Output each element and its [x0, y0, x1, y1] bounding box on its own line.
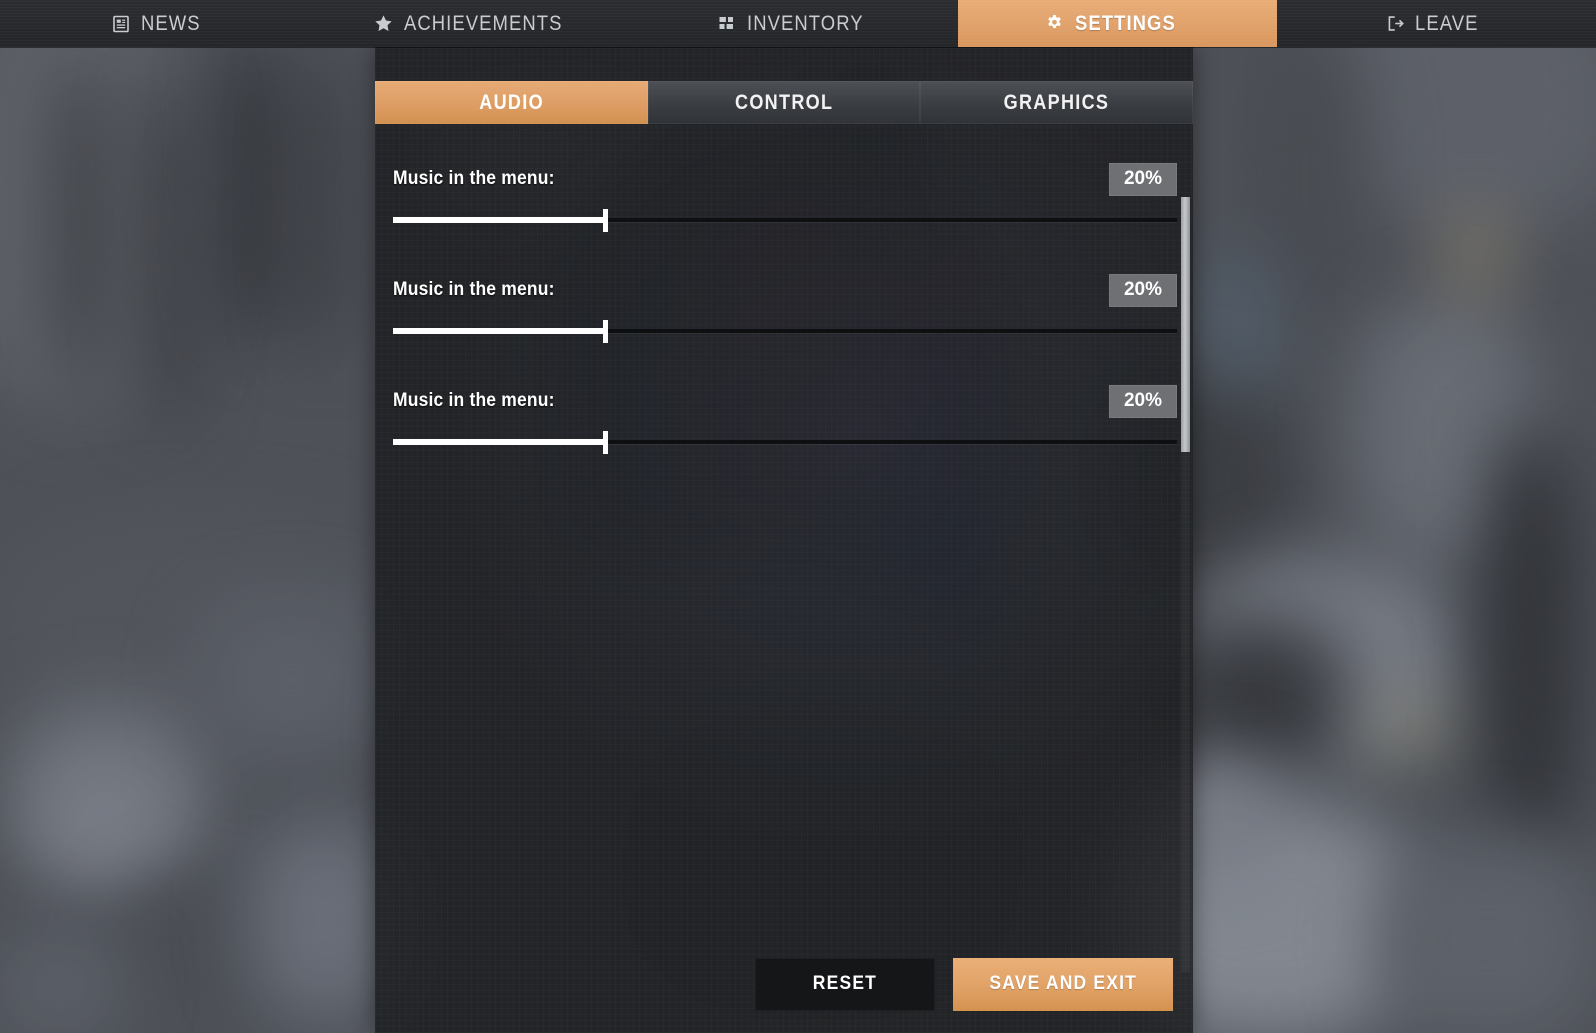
- top-navigation-bar: NEWS ACHIEVEMENTS INVENTORY SETTINGS LEA…: [0, 0, 1596, 47]
- nav-item-settings[interactable]: SETTINGS: [957, 0, 1277, 47]
- volume-slider[interactable]: [393, 320, 1177, 343]
- tab-control[interactable]: CONTROL: [647, 81, 921, 124]
- nav-item-label: NEWS: [140, 11, 201, 35]
- volume-slider[interactable]: [393, 431, 1177, 454]
- grid-icon: [717, 14, 737, 34]
- settings-panel: AUDIO CONTROL GRAPHICS Music in the menu…: [375, 47, 1194, 1033]
- setting-label: Music in the menu:: [393, 168, 555, 189]
- tab-label: GRAPHICS: [1003, 90, 1110, 114]
- setting-row: Music in the menu: 20%: [393, 162, 1177, 232]
- nav-item-leave[interactable]: LEAVE: [1277, 0, 1596, 47]
- nav-item-label: SETTINGS: [1074, 11, 1176, 35]
- settings-footer: RESET SAVE AND EXIT: [375, 947, 1193, 1033]
- tab-label: CONTROL: [734, 90, 834, 114]
- save-and-exit-button[interactable]: SAVE AND EXIT: [952, 957, 1173, 1011]
- setting-label-wrap: Music in the menu:: [393, 279, 569, 301]
- nav-item-label: ACHIEVEMENTS: [403, 11, 563, 35]
- volume-slider[interactable]: [393, 209, 1177, 232]
- slider-handle[interactable]: [602, 431, 608, 454]
- save-and-exit-button-label: SAVE AND EXIT: [988, 973, 1137, 994]
- reset-button[interactable]: RESET: [754, 957, 935, 1011]
- gear-icon: [1045, 14, 1065, 34]
- nav-item-label: LEAVE: [1415, 11, 1479, 35]
- scrollbar-track[interactable]: [1181, 197, 1190, 972]
- reset-button-label: RESET: [812, 973, 877, 994]
- news-icon: [111, 14, 131, 34]
- setting-value-badge: 20%: [1109, 162, 1177, 196]
- setting-label: Music in the menu:: [393, 390, 555, 411]
- settings-subtab-bar: AUDIO CONTROL GRAPHICS: [375, 81, 1194, 124]
- setting-row: Music in the menu: 20%: [393, 273, 1177, 343]
- nav-item-inventory[interactable]: INVENTORY: [638, 0, 957, 47]
- nav-item-news[interactable]: NEWS: [0, 0, 319, 47]
- settings-scroll-area[interactable]: Music in the menu: 20% Music in the menu…: [375, 136, 1193, 947]
- setting-label-wrap: Music in the menu:: [393, 390, 569, 412]
- tab-audio[interactable]: AUDIO: [375, 81, 648, 124]
- slider-fill: [393, 328, 605, 334]
- setting-value-badge: 20%: [1109, 384, 1177, 418]
- setting-value-badge: 20%: [1109, 273, 1177, 307]
- scrollbar-thumb[interactable]: [1181, 197, 1190, 452]
- slider-handle[interactable]: [602, 320, 608, 343]
- setting-label: Music in the menu:: [393, 279, 555, 300]
- setting-row: Music in the menu: 20%: [393, 384, 1177, 454]
- slider-handle[interactable]: [602, 209, 608, 232]
- slider-fill: [393, 439, 605, 445]
- nav-item-label: INVENTORY: [746, 11, 864, 35]
- nav-item-achievements[interactable]: ACHIEVEMENTS: [319, 0, 638, 47]
- star-icon: [374, 14, 394, 34]
- tab-graphics[interactable]: GRAPHICS: [920, 81, 1194, 124]
- setting-label-wrap: Music in the menu:: [393, 168, 569, 190]
- exit-icon: [1385, 14, 1405, 34]
- slider-fill: [393, 217, 605, 223]
- tab-label: AUDIO: [479, 90, 544, 114]
